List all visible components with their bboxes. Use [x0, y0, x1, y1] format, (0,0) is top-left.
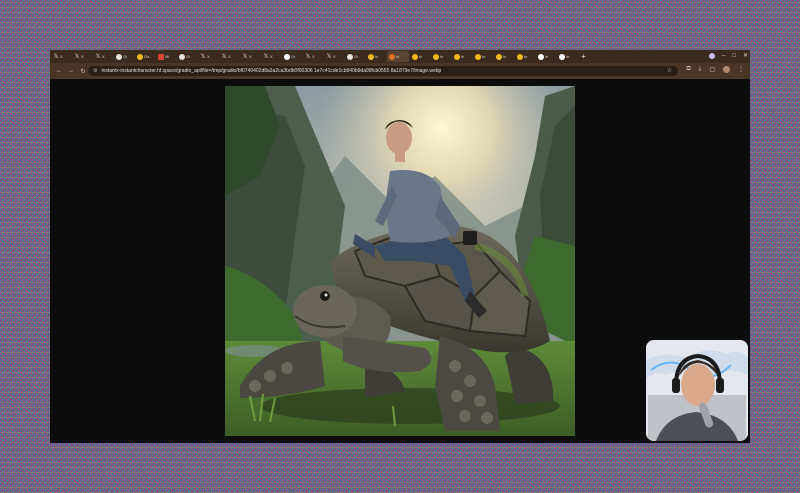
flower-icon	[389, 53, 395, 60]
browser-tab[interactable]: In	[387, 51, 409, 62]
huggingface-icon	[454, 53, 460, 60]
tab-strip: 𝕏 X 𝕏 X 𝕏 X Gi Ga Mi Gi 𝕏 X 𝕏 X 𝕏 X 𝕏 X Gr 𝕏 X 𝕏 X Gi In In In In In…	[50, 50, 750, 63]
tab-title: In	[375, 54, 379, 59]
browser-window: 𝕏 X 𝕏 X 𝕏 X Gi Ga Mi Gi 𝕏 X 𝕏 X 𝕏 X 𝕏 X Gr 𝕏 X 𝕏 X Gi In In In In In…	[50, 50, 750, 443]
x-logo-icon: 𝕏	[305, 53, 311, 60]
huggingface-icon	[517, 53, 523, 60]
browser-tab[interactable]: Gr	[282, 51, 302, 62]
browser-tab[interactable]: In	[431, 51, 451, 62]
github-icon	[179, 53, 185, 60]
browser-tab[interactable]: Gi	[345, 51, 365, 62]
browser-tab[interactable]: 𝕏X	[72, 51, 92, 62]
browser-tab[interactable]: In	[410, 51, 430, 62]
browser-tab[interactable]: Ga	[135, 51, 155, 62]
browser-tab[interactable]: In	[494, 51, 514, 62]
x-logo-icon: 𝕏	[95, 53, 101, 60]
x-logo-icon: 𝕏	[263, 53, 269, 60]
tab-title: In	[440, 54, 444, 59]
tab-title: X	[249, 54, 252, 59]
close-window-button[interactable]: ✕	[743, 51, 748, 61]
extensions-icon[interactable]: ⧉	[686, 66, 690, 73]
browser-tab[interactable]: 𝕏X	[93, 51, 113, 62]
x-logo-icon: 𝕏	[221, 53, 227, 60]
globe-icon	[538, 53, 544, 60]
bookmark-star-icon[interactable]: ☆	[667, 67, 672, 74]
huggingface-icon	[137, 53, 143, 60]
sidepanel-icon[interactable]: ▢	[709, 66, 715, 73]
tab-title: X	[333, 54, 336, 59]
browser-toolbar: ← → ↻ ⚙ instantx-instantcharacter.hf.spa…	[50, 63, 750, 79]
x-logo-icon: 𝕏	[242, 53, 248, 60]
tab-title: Gi	[123, 54, 127, 59]
browser-tab[interactable]: Gi	[177, 51, 197, 62]
tab-title: Gi	[186, 54, 190, 59]
tab-title: Gr	[291, 54, 296, 59]
x-logo-icon: 𝕏	[53, 53, 59, 60]
x-logo-icon: 𝕏	[74, 53, 80, 60]
download-icon[interactable]: ⤓	[699, 66, 702, 73]
tab-title: In	[461, 54, 465, 59]
tab-title: In	[482, 54, 486, 59]
tab-title: In	[566, 54, 570, 59]
browser-tab[interactable]: 𝕏X	[219, 51, 239, 62]
tab-title: In	[524, 54, 528, 59]
browser-tab[interactable]: In	[473, 51, 493, 62]
github-icon	[347, 53, 353, 60]
browser-tab[interactable]: In	[452, 51, 472, 62]
tab-title: X	[207, 54, 210, 59]
tab-title: In	[396, 54, 400, 59]
url-text[interactable]: instantx-instantcharacter.hf.space/gradi…	[101, 68, 441, 74]
address-bar[interactable]: ⚙ instantx-instantcharacter.hf.space/gra…	[88, 66, 678, 76]
webcam-overlay	[646, 340, 748, 441]
back-arrow-icon[interactable]: ←	[55, 68, 63, 75]
profile-indicator-icon[interactable]	[709, 53, 715, 59]
huggingface-icon	[412, 53, 418, 60]
tab-title: X	[60, 54, 63, 59]
tab-title: Gi	[354, 54, 358, 59]
huggingface-icon	[433, 53, 439, 60]
browser-tab[interactable]: In	[515, 51, 535, 62]
tab-title: In	[503, 54, 507, 59]
browser-tab[interactable]: In	[366, 51, 386, 62]
tab-title: Mi	[165, 54, 170, 59]
tab-title: In	[419, 54, 423, 59]
browser-tab[interactable]: 𝕏X	[51, 51, 71, 62]
profile-avatar[interactable]	[723, 66, 730, 73]
tab-title: X	[81, 54, 84, 59]
document-icon	[158, 53, 164, 60]
browser-tab[interactable]: 𝕏X	[324, 51, 344, 62]
menu-dots-icon[interactable]: ⋮	[738, 66, 744, 73]
page-viewport	[50, 79, 750, 443]
browser-tab[interactable]: 𝕏X	[303, 51, 323, 62]
huggingface-icon	[496, 53, 502, 60]
forward-arrow-icon[interactable]: →	[67, 68, 75, 75]
tab-title: Ga	[144, 54, 150, 59]
browser-tab[interactable]: In	[557, 51, 577, 62]
browser-tab[interactable]: In	[536, 51, 556, 62]
huggingface-icon	[368, 53, 374, 60]
tab-title: X	[312, 54, 315, 59]
generated-image[interactable]	[225, 86, 575, 436]
x-logo-icon: 𝕏	[326, 53, 332, 60]
tab-title: In	[545, 54, 549, 59]
browser-tab[interactable]: 𝕏X	[198, 51, 218, 62]
browser-tab[interactable]: Mi	[156, 51, 176, 62]
google-icon	[284, 53, 290, 60]
browser-tab[interactable]: 𝕏X	[261, 51, 281, 62]
x-logo-icon: 𝕏	[200, 53, 206, 60]
browser-tab[interactable]: Gi	[114, 51, 134, 62]
maximize-button[interactable]: □	[732, 51, 736, 61]
new-tab-button[interactable]: +	[581, 52, 586, 61]
browser-tab[interactable]: 𝕏X	[240, 51, 260, 62]
reload-icon[interactable]: ↻	[79, 68, 87, 75]
tab-title: X	[102, 54, 105, 59]
tab-title: X	[270, 54, 273, 59]
github-icon	[116, 53, 122, 60]
huggingface-icon	[475, 53, 481, 60]
site-info-icon[interactable]: ⚙	[93, 68, 97, 74]
minimize-button[interactable]: –	[722, 51, 725, 61]
google-icon	[559, 53, 565, 60]
tab-title: X	[228, 54, 231, 59]
